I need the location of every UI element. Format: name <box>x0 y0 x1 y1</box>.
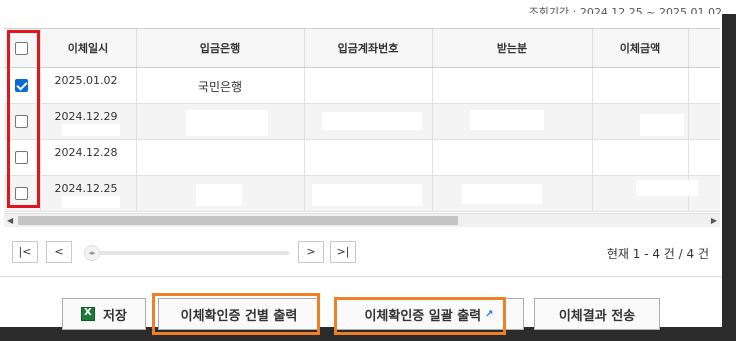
row-checkbox[interactable] <box>15 114 29 128</box>
scrollbar-thumb[interactable] <box>18 216 458 225</box>
row-date: 2025.01.02 <box>40 67 137 104</box>
redacted-block <box>312 184 422 206</box>
external-link-icon: ↗ <box>485 308 494 320</box>
redacted-block <box>196 184 242 206</box>
row-date: 2024.12.28 <box>40 139 137 176</box>
redacted-block <box>470 110 544 130</box>
redacted-block <box>640 114 684 136</box>
col-header-bank[interactable]: 입금은행 <box>136 29 305 68</box>
redacted-block <box>322 112 422 130</box>
redacted-block <box>636 180 698 196</box>
row-recipient <box>432 67 593 104</box>
excel-icon <box>81 307 96 321</box>
row-account <box>304 67 433 104</box>
horizontal-scrollbar[interactable]: ◀ ▶ <box>4 213 720 227</box>
row-account <box>304 139 433 176</box>
save-button-label: 저장 <box>103 308 127 324</box>
select-all-cell <box>4 29 41 68</box>
table-row[interactable]: 2024.12.28 <box>4 139 720 176</box>
row-recipient <box>432 139 593 176</box>
print-batch-label: 이체확인증 일괄 출력 <box>364 308 482 324</box>
redacted-block <box>186 110 268 136</box>
divider <box>0 276 722 277</box>
row-checkbox[interactable] <box>15 150 29 164</box>
table-header-row: 이체일시 입금은행 입금계좌번호 받는분 이체금액 출 <box>4 29 720 68</box>
col-header-account[interactable]: 입금계좌번호 <box>304 29 433 68</box>
save-button[interactable]: 저장 <box>62 298 146 330</box>
redacted-block <box>462 184 542 204</box>
scroll-right-icon[interactable]: ▶ <box>711 216 717 225</box>
first-page-button[interactable]: |< <box>12 241 38 263</box>
col-header-datetime[interactable]: 이체일시 <box>40 29 137 68</box>
col-header-amount[interactable]: 이체금액 <box>592 29 689 68</box>
page-slider-track[interactable] <box>84 251 289 255</box>
print-single-label: 이체확인증 건별 출력 <box>180 308 298 324</box>
row-checkbox[interactable] <box>15 78 29 92</box>
row-extra <box>688 103 720 140</box>
prev-page-button[interactable]: < <box>46 241 72 263</box>
row-extra <box>688 139 720 176</box>
col-header-partial[interactable]: 출 <box>688 29 720 68</box>
select-all-checkbox[interactable] <box>15 41 29 55</box>
row-extra <box>688 67 720 104</box>
row-checkbox[interactable] <box>15 186 29 200</box>
last-page-button[interactable]: >| <box>330 241 356 263</box>
col-header-recipient[interactable]: 받는분 <box>432 29 593 68</box>
table-row[interactable]: 2025.01.02 국민은행 <box>4 67 720 104</box>
send-result-label: 이체결과 전송 <box>558 308 636 324</box>
row-bank <box>136 139 305 176</box>
next-page-button[interactable]: > <box>298 241 324 263</box>
record-count: 현재 1 - 4 건 / 4 건 <box>606 247 709 261</box>
pagination-bar: |< < ◂▸ > >| 현재 1 - 4 건 / 4 건 <box>12 241 717 265</box>
redacted-block <box>62 196 120 208</box>
row-bank: 국민은행 <box>136 67 305 104</box>
print-batch-confirmation-button[interactable]: 이체확인증 일괄 출력 ↗ <box>334 298 524 330</box>
row-amount <box>592 139 689 176</box>
send-result-button[interactable]: 이체결과 전송 <box>534 298 660 330</box>
redacted-block <box>62 124 120 136</box>
print-single-confirmation-button[interactable]: 이체확인증 건별 출력 <box>158 298 320 330</box>
page-slider-knob[interactable]: ◂▸ <box>84 245 100 261</box>
scroll-left-icon[interactable]: ◀ <box>7 216 13 225</box>
row-amount <box>592 67 689 104</box>
